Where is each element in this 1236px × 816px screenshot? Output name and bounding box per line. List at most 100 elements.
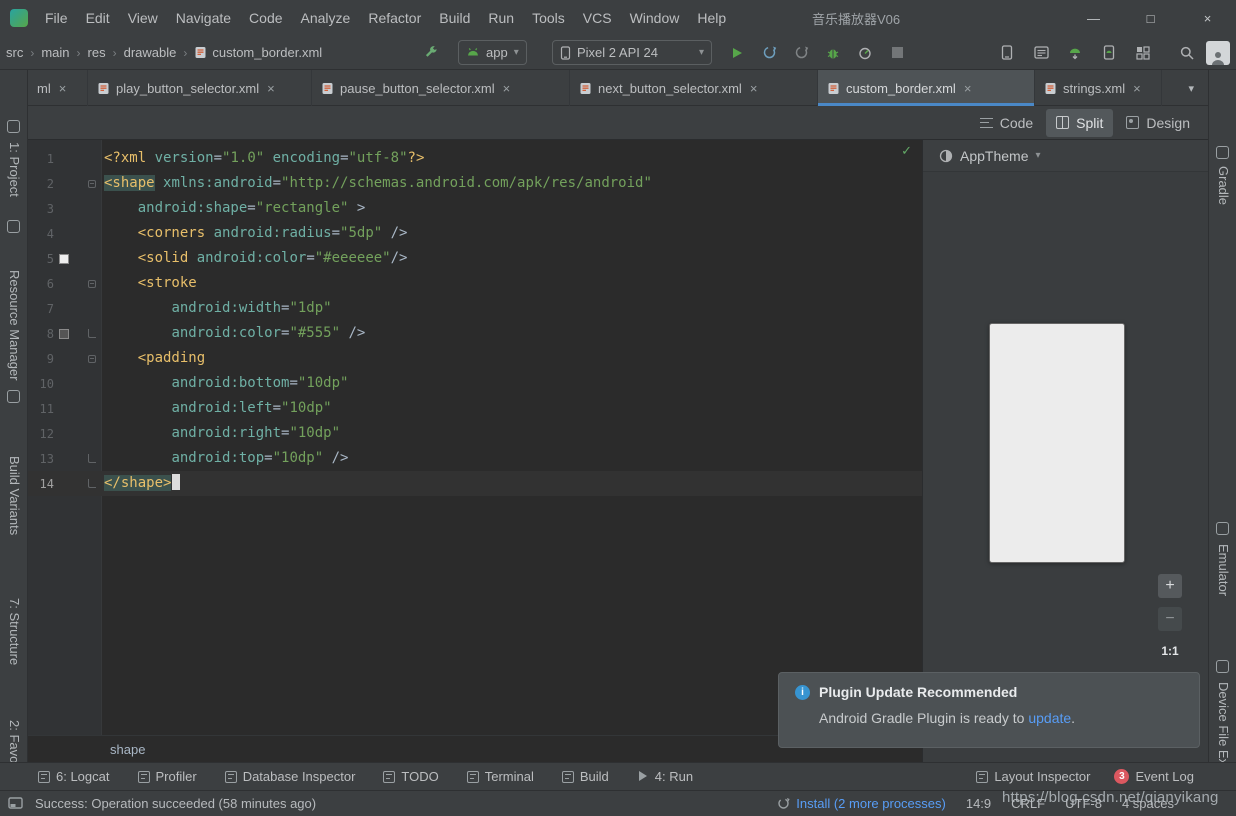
code-line[interactable]: 13 android:top="10dp" />	[28, 446, 922, 471]
code-text[interactable]: android:right="10dp"	[102, 421, 922, 446]
avd-manager-icon[interactable]	[1096, 36, 1122, 69]
code-text[interactable]: android:top="10dp" />	[102, 446, 922, 471]
debug-icon[interactable]	[820, 36, 846, 69]
tool-stripe-1-project[interactable]: 1: Project	[7, 142, 22, 197]
toolwindow-button-layout-inspector[interactable]: Layout Inspector	[976, 769, 1090, 784]
breadcrumb-item-custom-border-xml[interactable]: custom_border.xml	[194, 45, 322, 60]
tool-stripe-gradle[interactable]: Gradle	[1216, 166, 1231, 205]
code-text[interactable]: <padding	[102, 346, 922, 371]
code-text[interactable]: android:shape="rectangle" >	[102, 196, 922, 221]
device-manager-icon[interactable]	[994, 36, 1020, 69]
tab-close-icon[interactable]: ×	[267, 81, 275, 96]
menu-refactor[interactable]: Refactor	[359, 0, 430, 36]
menu-file[interactable]: File	[36, 0, 77, 36]
tab-strings-xml[interactable]: strings.xml ×	[1035, 70, 1162, 106]
fold-marker-icon[interactable]	[88, 479, 96, 488]
tab-close-icon[interactable]: ×	[964, 81, 972, 96]
toolwindow-button-todo[interactable]: TODO	[383, 769, 439, 784]
menu-tools[interactable]: Tools	[523, 0, 574, 36]
color-swatch[interactable]	[59, 328, 69, 339]
code-line[interactable]: 10 android:bottom="10dp"	[28, 371, 922, 396]
logcat-toolbar-icon[interactable]	[1028, 36, 1054, 69]
mode-split-button[interactable]: Split	[1046, 108, 1114, 137]
code-text[interactable]: android:color="#555" />	[102, 321, 922, 346]
breadcrumb-item-drawable[interactable]: drawable	[124, 45, 177, 60]
shape-preview[interactable]	[989, 323, 1125, 563]
tool-stripe-7-structure[interactable]: 7: Structure	[7, 598, 22, 665]
search-icon[interactable]	[1174, 36, 1200, 69]
mode-design-button[interactable]: Design	[1116, 109, 1200, 137]
menu-view[interactable]: View	[119, 0, 167, 36]
code-text[interactable]: <corners android:radius="5dp" />	[102, 221, 922, 246]
toolwindow-button-4-run[interactable]: 4: Run	[637, 769, 693, 784]
code-line[interactable]: 12 android:right="10dp"	[28, 421, 922, 446]
window-switcher-icon[interactable]	[8, 796, 23, 811]
device-selector[interactable]: Pixel 2 API 24 ▾	[552, 40, 712, 65]
code-line[interactable]: 2 <shape xmlns:android="http://schemas.an…	[28, 171, 922, 196]
menu-edit[interactable]: Edit	[77, 0, 119, 36]
code-text[interactable]: <solid android:color="#eeeeee"/>	[102, 246, 922, 271]
color-swatch[interactable]	[59, 253, 69, 264]
mode-code-button[interactable]: Code	[970, 109, 1043, 137]
tool-stripe-emulator[interactable]: Emulator	[1216, 544, 1231, 596]
fold-marker-icon[interactable]	[88, 329, 96, 338]
caret-position-widget[interactable]: 14:9	[966, 796, 991, 811]
zoom-out-button[interactable]: −	[1158, 607, 1182, 631]
fold-marker-icon[interactable]	[88, 454, 96, 463]
breadcrumb-shape[interactable]: shape	[110, 742, 145, 757]
code-text[interactable]: <shape xmlns:android="http://schemas.and…	[102, 171, 922, 196]
tab-close-icon[interactable]: ×	[1133, 81, 1141, 96]
tab-pause-button-selector-xml[interactable]: pause_button_selector.xml ×	[312, 70, 570, 106]
code-line[interactable]: 14 </shape>	[28, 471, 922, 496]
profiler-icon[interactable]	[852, 36, 878, 69]
code-editor[interactable]: 1 <?xml version="1.0" encoding="utf-8"?> 2…	[28, 140, 922, 735]
code-line[interactable]: 9 <padding	[28, 346, 922, 371]
install-processes-link[interactable]: Install (2 more processes)	[777, 796, 946, 811]
code-text[interactable]: </shape>	[102, 471, 922, 496]
stop-icon[interactable]	[884, 36, 910, 69]
hidden-tabs-chevron-icon[interactable]: ▾	[1188, 70, 1194, 106]
menu-analyze[interactable]: Analyze	[292, 0, 360, 36]
tab-close-icon[interactable]: ×	[59, 81, 67, 96]
zoom-in-button[interactable]: +	[1158, 574, 1182, 598]
tab-next-button-selector-xml[interactable]: next_button_selector.xml ×	[570, 70, 818, 106]
code-line[interactable]: 4 <corners android:radius="5dp" />	[28, 221, 922, 246]
tab-play-button-selector-xml[interactable]: play_button_selector.xml ×	[88, 70, 312, 106]
user-avatar[interactable]	[1206, 41, 1230, 65]
menu-window[interactable]: Window	[621, 0, 689, 36]
tab-close-icon[interactable]: ×	[750, 81, 758, 96]
code-line[interactable]: 11 android:left="10dp"	[28, 396, 922, 421]
tool-stripe-build-variants[interactable]: Build Variants	[7, 456, 22, 535]
maximize-button[interactable]: □	[1122, 0, 1179, 36]
toolwindow-button-build[interactable]: Build	[561, 769, 609, 784]
project-structure-icon[interactable]	[1130, 36, 1156, 69]
menu-build[interactable]: Build	[430, 0, 479, 36]
code-text[interactable]: <stroke	[102, 271, 922, 296]
toolwindow-button-event-log[interactable]: 3 Event Log	[1114, 769, 1194, 784]
update-link[interactable]: update	[1028, 710, 1071, 726]
fold-marker-icon[interactable]	[88, 179, 96, 188]
breadcrumb-item-main[interactable]: main	[41, 45, 69, 60]
breadcrumb-item-res[interactable]: res	[88, 45, 106, 60]
tab-ml[interactable]: ml ×	[28, 70, 88, 106]
zoom-ratio-label[interactable]: 1:1	[1161, 644, 1178, 658]
tab-close-icon[interactable]: ×	[503, 81, 511, 96]
sdk-manager-icon[interactable]	[1062, 36, 1088, 69]
menu-code[interactable]: Code	[240, 0, 291, 36]
wrench-icon[interactable]	[418, 36, 444, 69]
theme-selector[interactable]: AppTheme	[960, 148, 1028, 164]
close-button[interactable]: ×	[1179, 0, 1236, 36]
run-icon[interactable]	[724, 36, 750, 69]
code-text[interactable]: <?xml version="1.0" encoding="utf-8"?>	[102, 146, 922, 171]
menu-run[interactable]: Run	[479, 0, 523, 36]
fold-marker-icon[interactable]	[88, 354, 96, 363]
code-line[interactable]: 6 <stroke	[28, 271, 922, 296]
toolwindow-button-database-inspector[interactable]: Database Inspector	[224, 769, 355, 784]
menu-help[interactable]: Help	[688, 0, 735, 36]
minimize-button[interactable]: —	[1065, 0, 1122, 36]
toolwindow-button-6-logcat[interactable]: 6: Logcat	[38, 769, 110, 784]
code-line[interactable]: 8 android:color="#555" />	[28, 321, 922, 346]
apply-code-changes-icon[interactable]	[788, 36, 814, 69]
breadcrumb-item-src[interactable]: src	[6, 45, 23, 60]
code-text[interactable]: android:bottom="10dp"	[102, 371, 922, 396]
